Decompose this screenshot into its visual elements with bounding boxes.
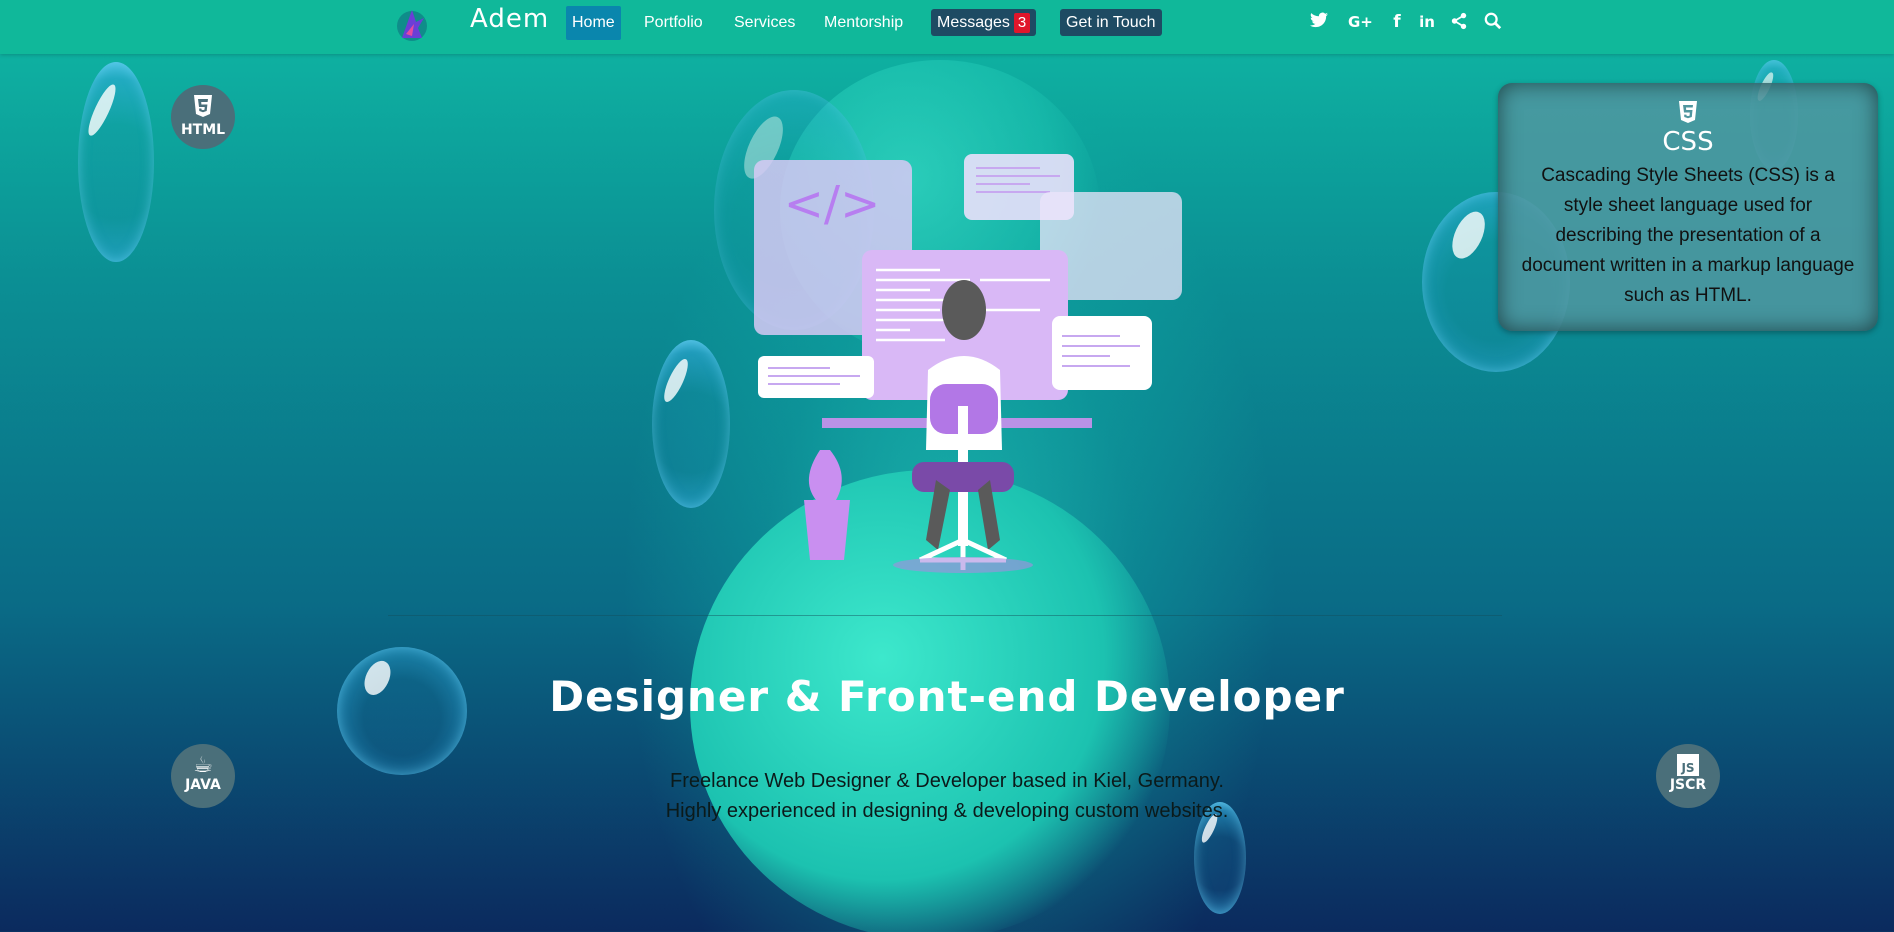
hero-subtitle-line-2: Highly experienced in designing & develo… [665, 800, 1229, 822]
hero-title: Designer & Front-end Developer [549, 672, 1345, 721]
html5-icon [171, 95, 235, 123]
css-card-description: Cascading Style Sheets (CSS) is a style … [1521, 165, 1855, 306]
hero-subtitle: Freelance Web Designer & Developer based… [0, 766, 1894, 826]
css-skill-card: CSS Cascading Style Sheets (CSS) is a st… [1498, 83, 1878, 331]
css-card-title: CSS [1662, 127, 1714, 157]
skill-html-label: HTML [180, 122, 226, 138]
svg-text:</>: </> [784, 176, 881, 232]
hero-divider [388, 615, 1502, 616]
messages-count-badge: 3 [1013, 13, 1031, 33]
css3-icon [1498, 101, 1878, 129]
google-plus-icon[interactable]: G+ [1348, 12, 1373, 32]
search-icon[interactable] [1482, 12, 1504, 32]
linkedin-icon[interactable]: in [1416, 12, 1438, 32]
navbar: Adem Home Portfolio Services Mentorship … [0, 0, 1894, 54]
share-icon[interactable] [1448, 12, 1470, 32]
bubble [652, 340, 730, 508]
skill-html[interactable]: HTML [171, 85, 235, 149]
logo-icon[interactable] [392, 4, 432, 44]
nav-services[interactable]: Services [728, 6, 801, 40]
hero-subtitle-line-1: Freelance Web Designer & Developer based… [670, 770, 1224, 792]
bubble [78, 62, 154, 262]
developer-illustration: </> [754, 154, 1182, 573]
nav-portfolio[interactable]: Portfolio [638, 6, 709, 40]
nav-mentorship[interactable]: Mentorship [818, 6, 909, 40]
messages-button[interactable]: Messages 3 [931, 9, 1037, 36]
twitter-icon[interactable] [1308, 12, 1330, 32]
facebook-icon[interactable]: f [1386, 12, 1408, 32]
nav-home[interactable]: Home [566, 6, 621, 40]
get-in-touch-button[interactable]: Get in Touch [1060, 9, 1162, 36]
messages-label: Messages [937, 14, 1010, 31]
brand-name[interactable]: Adem [470, 4, 549, 34]
